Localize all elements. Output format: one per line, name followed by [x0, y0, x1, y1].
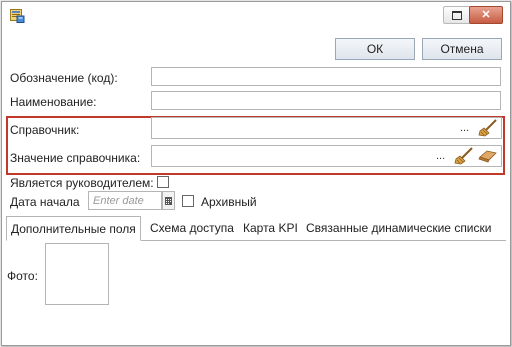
reference-label: Справочник:	[10, 123, 80, 137]
start-date-input[interactable]: Enter date	[88, 191, 162, 210]
reference-value-field[interactable]: ...	[151, 145, 502, 167]
close-button[interactable]: ✕	[469, 6, 503, 24]
name-label: Наименование:	[10, 95, 97, 109]
is-manager-checkbox[interactable]	[157, 176, 169, 188]
tab-access-scheme[interactable]: Схема доступа	[146, 216, 238, 240]
start-date-label: Дата начала	[10, 195, 80, 209]
reference-value-label: Значение справочника:	[10, 151, 141, 165]
restore-icon	[452, 10, 462, 20]
title-bar: ✕	[2, 2, 510, 28]
tab-linked-dynamic-lists[interactable]: Связанные динамические списки	[302, 216, 495, 240]
cancel-button[interactable]: Отмена	[422, 38, 502, 60]
archived-label: Архивный	[201, 195, 257, 209]
archived-checkbox[interactable]	[182, 195, 194, 207]
app-form-icon	[10, 8, 25, 23]
reference-field[interactable]: ...	[151, 117, 502, 139]
ok-button[interactable]: ОК	[335, 38, 415, 60]
close-icon: ✕	[481, 8, 491, 21]
eraser-icon[interactable]	[478, 149, 498, 166]
restore-button[interactable]	[443, 6, 471, 24]
reference-value-ellipsis-button[interactable]: ...	[436, 150, 445, 162]
photo-label: Фото:	[7, 269, 38, 283]
reference-ellipsis-button[interactable]: ...	[460, 122, 469, 134]
is-manager-label: Является руководителем:	[10, 176, 154, 190]
designation-field[interactable]	[151, 67, 501, 86]
designation-label: Обозначение (код):	[10, 71, 118, 85]
calendar-icon	[165, 194, 172, 208]
tab-bar: Дополнительные поля Схема доступа Карта …	[6, 216, 506, 241]
photo-box[interactable]	[45, 243, 109, 305]
clear-broom-icon[interactable]	[478, 119, 498, 140]
dialog-window: ✕ ОК Отмена Обозначение (код): Наименова…	[1, 1, 511, 346]
tab-additional-fields[interactable]: Дополнительные поля	[6, 216, 141, 241]
calendar-button[interactable]	[162, 191, 175, 210]
name-field[interactable]	[151, 91, 501, 110]
tab-kpi-map[interactable]: Карта KPI	[239, 216, 302, 240]
clear-broom-icon[interactable]	[454, 147, 474, 168]
